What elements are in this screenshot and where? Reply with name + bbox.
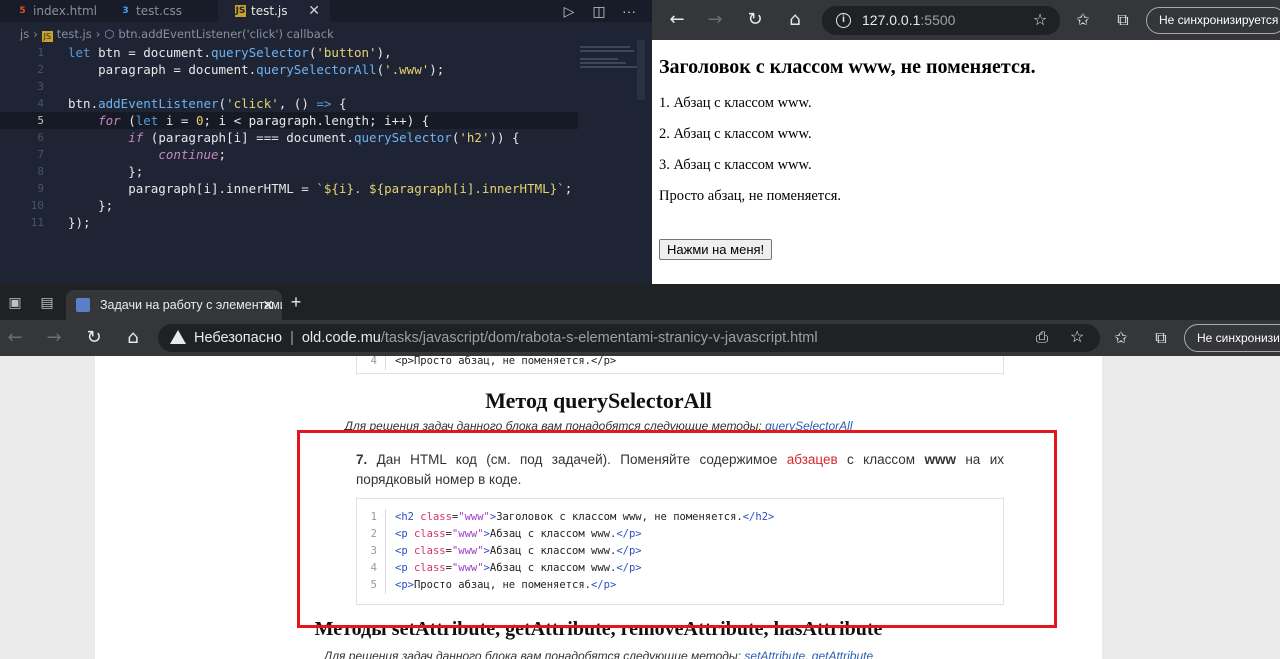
code-block: 4 <p>Просто абзац, не поменяется.</p> bbox=[356, 356, 1004, 374]
browser-toolbar: ← → ↻ ⌂ Небезопасно | old.code.mu/tasks/ja… bbox=[0, 320, 1280, 356]
reader-icon[interactable]: ⎙ bbox=[1036, 324, 1048, 352]
browser-tab[interactable]: Задачи на работу с элементами ✕ bbox=[66, 290, 282, 320]
tab-test-css[interactable]: 3 test.css bbox=[103, 0, 218, 22]
new-tab-icon[interactable]: + bbox=[287, 293, 305, 311]
breadcrumb: js › JS test.js › ⬡ btn.addEventListener('clic… bbox=[20, 27, 334, 42]
tab-index-html[interactable]: 5 index.html bbox=[0, 0, 103, 22]
tab-label: test.css bbox=[136, 4, 182, 18]
code-line: 3 bbox=[37, 80, 44, 93]
tab-label: test.js bbox=[251, 4, 288, 18]
reload-icon[interactable]: ↻ bbox=[744, 9, 766, 31]
forward-icon[interactable]: → bbox=[704, 9, 726, 31]
url-port: :5500 bbox=[920, 12, 956, 28]
preview-browser: ← → ↻ ⌂ i 127.0.0.1:5500 ☆ ✩ ⧉ Не синхро… bbox=[652, 0, 1280, 284]
sync-button[interactable]: Не синхронизируется bbox=[1146, 7, 1280, 34]
favorites-icon[interactable]: ✩ bbox=[1110, 327, 1132, 349]
code-line: 2 paragraph = document.querySelectorAll(… bbox=[37, 62, 445, 77]
paragraph: Просто абзац, не поменяется. bbox=[659, 188, 842, 204]
code-line: 1 let btn = document.querySelector('butto… bbox=[37, 45, 392, 60]
section-subtitle: Для решения задач данного блока вам пона… bbox=[95, 649, 1102, 659]
tab-actions-icon[interactable]: ▣ bbox=[6, 294, 24, 310]
breadcrumb-symbol[interactable]: btn.addEventListener('click') callback bbox=[118, 27, 333, 41]
sync-button[interactable]: Не синхронизи bbox=[1184, 324, 1280, 352]
star-icon[interactable]: ☆ bbox=[1029, 9, 1051, 31]
paragraph: 2. Абзац с классом www. bbox=[659, 126, 812, 142]
close-icon[interactable]: ✕ bbox=[308, 0, 320, 22]
split-editor-icon[interactable]: ◫ bbox=[584, 0, 614, 22]
code-line: 7 continue; bbox=[37, 147, 227, 162]
collections-icon[interactable]: ⧉ bbox=[1150, 327, 1172, 349]
tab-label: index.html bbox=[33, 4, 97, 18]
click-me-button[interactable]: Нажми на меня! bbox=[659, 239, 773, 260]
reload-icon[interactable]: ↻ bbox=[83, 327, 105, 349]
sync-label: Не синхронизи bbox=[1197, 331, 1280, 345]
address-bar[interactable]: Небезопасно | old.code.mu/tasks/javascript… bbox=[158, 324, 1100, 352]
html-file-icon: 5 bbox=[19, 6, 26, 16]
site-favicon bbox=[76, 298, 90, 312]
more-icon[interactable]: ··· bbox=[614, 0, 644, 22]
back-icon[interactable]: ← bbox=[666, 9, 688, 31]
star-icon[interactable]: ☆ bbox=[1070, 324, 1084, 352]
breadcrumb-folder[interactable]: js bbox=[20, 27, 29, 41]
run-icon[interactable]: ▷ bbox=[554, 0, 584, 22]
workspaces-icon[interactable]: ▤ bbox=[38, 294, 56, 310]
forward-icon[interactable]: → bbox=[43, 327, 65, 349]
code-line: 11}); bbox=[30, 215, 91, 230]
section-title: Метод querySelectorAll bbox=[485, 388, 712, 413]
js-file-icon: JS bbox=[235, 5, 246, 17]
editor-tab-bar: 5 index.html 3 test.css JS test.js ✕ ▷ ◫ ·… bbox=[0, 0, 652, 22]
code-line: 4 btn.addEventListener('click', () => { bbox=[37, 96, 347, 111]
highlight-frame bbox=[297, 430, 1057, 628]
code-line: <p>Просто абзац, не поменяется.</p> bbox=[395, 356, 617, 367]
address-bar[interactable]: i 127.0.0.1:5500 bbox=[822, 6, 1060, 35]
code-line: 6 if (paragraph[i] === document.querySel… bbox=[37, 130, 520, 145]
back-icon[interactable]: ← bbox=[4, 327, 26, 349]
scrollbar[interactable] bbox=[637, 40, 645, 100]
tab-title: Задачи на работу с элементами bbox=[100, 298, 282, 312]
url-host: old.code.mu bbox=[301, 330, 381, 346]
collections-icon[interactable]: ⧉ bbox=[1112, 9, 1134, 31]
home-icon[interactable]: ⌂ bbox=[122, 327, 144, 349]
favorites-icon[interactable]: ✩ bbox=[1072, 9, 1094, 31]
sync-label: Не синхронизируется bbox=[1159, 13, 1279, 27]
page-heading: Заголовок с классом www, не поменяется. bbox=[659, 56, 1036, 78]
url-path: /tasks/javascript/dom/rabota-s-elementam… bbox=[380, 330, 818, 346]
method-icon: ⬡ bbox=[104, 27, 115, 41]
vscode-editor: 5 index.html 3 test.css JS test.js ✕ ▷ ◫ ·… bbox=[0, 0, 652, 284]
tab-strip: ▣ ▤ Задачи на работу с элементами ✕ + bbox=[0, 284, 1280, 320]
tab-test-js[interactable]: JS test.js ✕ bbox=[218, 0, 330, 22]
preview-page: Заголовок с классом www, не поменяется. … bbox=[659, 56, 1269, 260]
breadcrumb-file[interactable]: test.js bbox=[57, 27, 92, 41]
home-icon[interactable]: ⌂ bbox=[784, 9, 806, 31]
code-line: 8 }; bbox=[37, 164, 144, 179]
js-file-icon: JS bbox=[41, 31, 53, 42]
paragraph: 3. Абзац с классом www. bbox=[659, 157, 812, 173]
code-line-current: 5 for (let i = 0; i < paragraph.length; … bbox=[0, 112, 578, 129]
paragraph: 1. Абзац с классом www. bbox=[659, 95, 812, 111]
code-line: 9 paragraph[i].innerHTML = `${i}. ${para… bbox=[37, 181, 573, 196]
code-area[interactable]: 1 let btn = document.querySelector('butto… bbox=[0, 44, 652, 231]
close-tab-icon[interactable]: ✕ bbox=[262, 290, 274, 320]
method-link[interactable]: setAttribute, getAttribute bbox=[744, 649, 873, 659]
info-icon[interactable]: i bbox=[836, 13, 851, 28]
warning-icon bbox=[170, 330, 186, 344]
editor-actions: ▷ ◫ ··· bbox=[554, 0, 644, 22]
browser-toolbar: ← → ↻ ⌂ i 127.0.0.1:5500 ☆ ✩ ⧉ Не синхро… bbox=[652, 0, 1280, 40]
code-line: 10 }; bbox=[30, 198, 114, 213]
insecure-label[interactable]: Небезопасно bbox=[194, 330, 282, 346]
url-host: 127.0.0.1 bbox=[862, 12, 921, 28]
css-file-icon: 3 bbox=[122, 6, 129, 16]
